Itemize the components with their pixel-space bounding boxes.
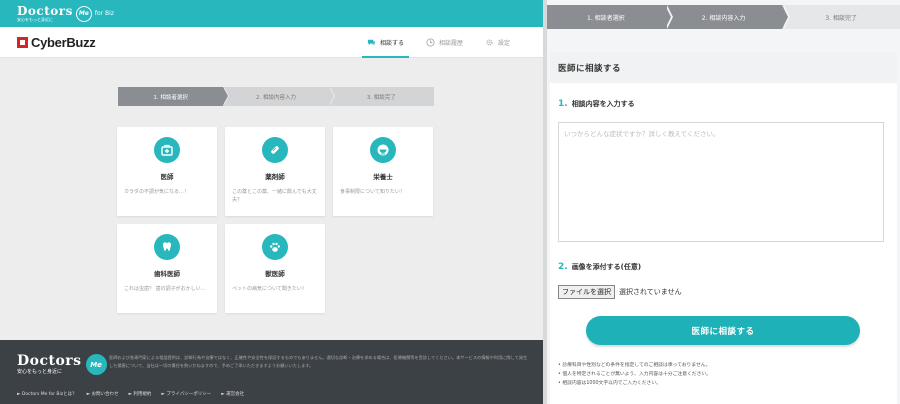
card-dentist[interactable]: 歯科医師 これは虫歯？ 歯の調子がおかしい… <box>117 224 217 313</box>
step-complete: 3. 相談完了 <box>328 87 434 106</box>
site-footer: Doctors 安心をもっと身近に Me 医師および各専門家による相談提供は、診… <box>0 340 543 404</box>
card-desc: ペットの病気について聞きたい！ <box>232 286 307 292</box>
nav-settings-label: 設定 <box>497 40 510 47</box>
section-title: 画像を添付する(任意) <box>571 263 642 271</box>
nav-settings[interactable]: 設定 <box>474 27 521 58</box>
footer-link-privacy[interactable]: ► プライバシーポリシー <box>161 391 211 397</box>
footer-brand-sub: 安心をもっと身近に <box>17 369 63 375</box>
company-logo: CyberBuzz <box>17 34 96 50</box>
medical-kit-icon <box>154 137 180 163</box>
file-attach-row: ファイルを選択 選択されていません <box>558 285 682 299</box>
nav-history-label: 相談履歴 <box>438 40 463 47</box>
step-select-label: 1. 相談者選択 <box>587 14 625 22</box>
file-status: 選択されていません <box>619 288 682 296</box>
card-pharmacist[interactable]: 薬剤師 この薬とこの薬、一緒に飲んでも大丈夫？ <box>225 127 325 216</box>
card-desc: これは虫歯？ 歯の調子がおかしい… <box>124 286 206 292</box>
note-item: 診療科目や性別などの条件を指定してのご相談は承っておりません。 <box>558 361 711 370</box>
paw-icon <box>262 234 288 260</box>
footer-link-contact[interactable]: ► お問い合わせ <box>87 391 119 397</box>
consult-form: 医師に相談する 1.相談内容を入力する 2.画像を添付する(任意) ファイルを選… <box>550 52 897 404</box>
consult-content-textarea[interactable] <box>558 122 884 242</box>
pill-icon <box>262 137 288 163</box>
nav-consult[interactable]: 相談する <box>356 27 415 58</box>
card-doctor[interactable]: 医師 カラダの不調が気になる…！ <box>117 127 217 216</box>
doctors-me-logo[interactable]: Doctors 安心をもっと身近に Me for Biz <box>17 5 114 22</box>
step-complete: 3. 相談完了 <box>782 5 900 29</box>
choose-file-button[interactable]: ファイルを選択 <box>558 285 615 299</box>
step-select: 1. 相談者選択 <box>547 5 673 29</box>
section-title: 相談内容を入力する <box>571 100 635 108</box>
footer-link-about[interactable]: ► Doctors Me for Bizとは？ <box>17 391 77 397</box>
section-content-label: 1. 相談内容を入力する <box>558 99 635 109</box>
step-input-label: 2. 相談内容入力 <box>255 94 296 101</box>
top-brand-bar: Doctors 安心をもっと身近に Me for Biz <box>0 0 543 27</box>
card-desc: 食事制限について知りたい！ <box>340 189 405 195</box>
footer-link-terms[interactable]: ► 利用規約 <box>129 391 152 397</box>
footer-brand-badge: Me <box>85 354 107 375</box>
footer-brand-name: Doctors <box>17 353 82 369</box>
footer-disclaimer: 医師および各専門家による相談提供は、診断行為や治療ではなく、正確性や安全性を保証… <box>109 355 528 369</box>
submit-consult-button[interactable]: 医師に相談する <box>586 316 860 345</box>
bowl-icon <box>370 137 396 163</box>
card-title: 獣医師 <box>265 270 285 278</box>
brand-name: Doctors <box>17 4 73 18</box>
card-title: 薬剤師 <box>265 173 285 181</box>
footer-links: ► Doctors Me for Bizとは？ ► お問い合わせ ► 利用規約 … <box>17 391 254 397</box>
company-mark-icon <box>17 36 28 48</box>
gear-icon <box>485 38 494 47</box>
step-complete-label: 3. 相談完了 <box>366 94 396 101</box>
section-number: 1. <box>558 99 568 109</box>
main-nav: 相談する 相談履歴 設定 <box>356 27 521 58</box>
brand-suffix: for Biz <box>94 10 114 17</box>
nav-history[interactable]: 相談履歴 <box>415 27 474 58</box>
form-notes: 診療科目や性別などの条件を指定してのご相談は承っておりません。 個人を特定される… <box>558 361 711 388</box>
section-number: 2. <box>558 262 568 272</box>
step-complete-label: 3. 相談完了 <box>825 14 857 22</box>
card-desc: カラダの不調が気になる…！ <box>124 189 190 195</box>
tooth-icon <box>154 234 180 260</box>
left-panel: Doctors 安心をもっと身近に Me for Biz CyberBuzz 相… <box>0 0 543 404</box>
company-name: CyberBuzz <box>31 34 96 50</box>
footer-logo[interactable]: Doctors 安心をもっと身近に Me <box>17 354 107 375</box>
card-nutritionist[interactable]: 栄養士 食事制限について知りたい！ <box>333 127 433 216</box>
step-input-label: 2. 相談内容入力 <box>701 14 746 22</box>
step-select-label: 1. 相談者選択 <box>153 94 188 101</box>
brand-sub: 安心をもっと身近に <box>17 17 53 22</box>
form-heading: 医師に相談する <box>550 52 897 83</box>
note-item: 個人を特定されることが無いよう、入力内容は十分ご注意ください。 <box>558 370 711 379</box>
right-panel: 1. 相談者選択 2. 相談内容入力 3. 相談完了 医師に相談する 1. 相談内… <box>547 0 900 404</box>
card-title: 医師 <box>160 173 174 181</box>
note-item: 相談内容は1000文字以内でご入力ください。 <box>558 379 711 388</box>
step-select: 1. 相談者選択 <box>118 87 230 106</box>
screenshot-root: Doctors 安心をもっと身近に Me for Biz CyberBuzz 相… <box>0 0 900 404</box>
step-input: 2. 相談内容入力 <box>664 5 791 29</box>
clock-icon <box>426 38 435 47</box>
footer-link-company[interactable]: ► 運営会社 <box>221 391 244 397</box>
section-image-label: 2. 画像を添付する(任意) <box>558 262 641 272</box>
card-desc: この薬とこの薬、一緒に飲んでも大丈夫？ <box>232 189 317 203</box>
brand-badge: Me <box>75 5 92 22</box>
progress-steps-left: 1. 相談者選択 2. 相談内容入力 3. 相談完了 <box>118 87 434 106</box>
chat-icon <box>367 38 376 47</box>
card-title: 栄養士 <box>373 173 393 181</box>
step-input: 2. 相談内容入力 <box>223 87 335 106</box>
app-header: CyberBuzz 相談する 相談履歴 設定 <box>0 27 543 58</box>
card-title: 歯科医師 <box>154 270 180 278</box>
progress-steps-right: 1. 相談者選択 2. 相談内容入力 3. 相談完了 <box>547 5 900 29</box>
card-veterinarian[interactable]: 獣医師 ペットの病気について聞きたい！ <box>225 224 325 313</box>
nav-consult-label: 相談する <box>379 40 404 47</box>
